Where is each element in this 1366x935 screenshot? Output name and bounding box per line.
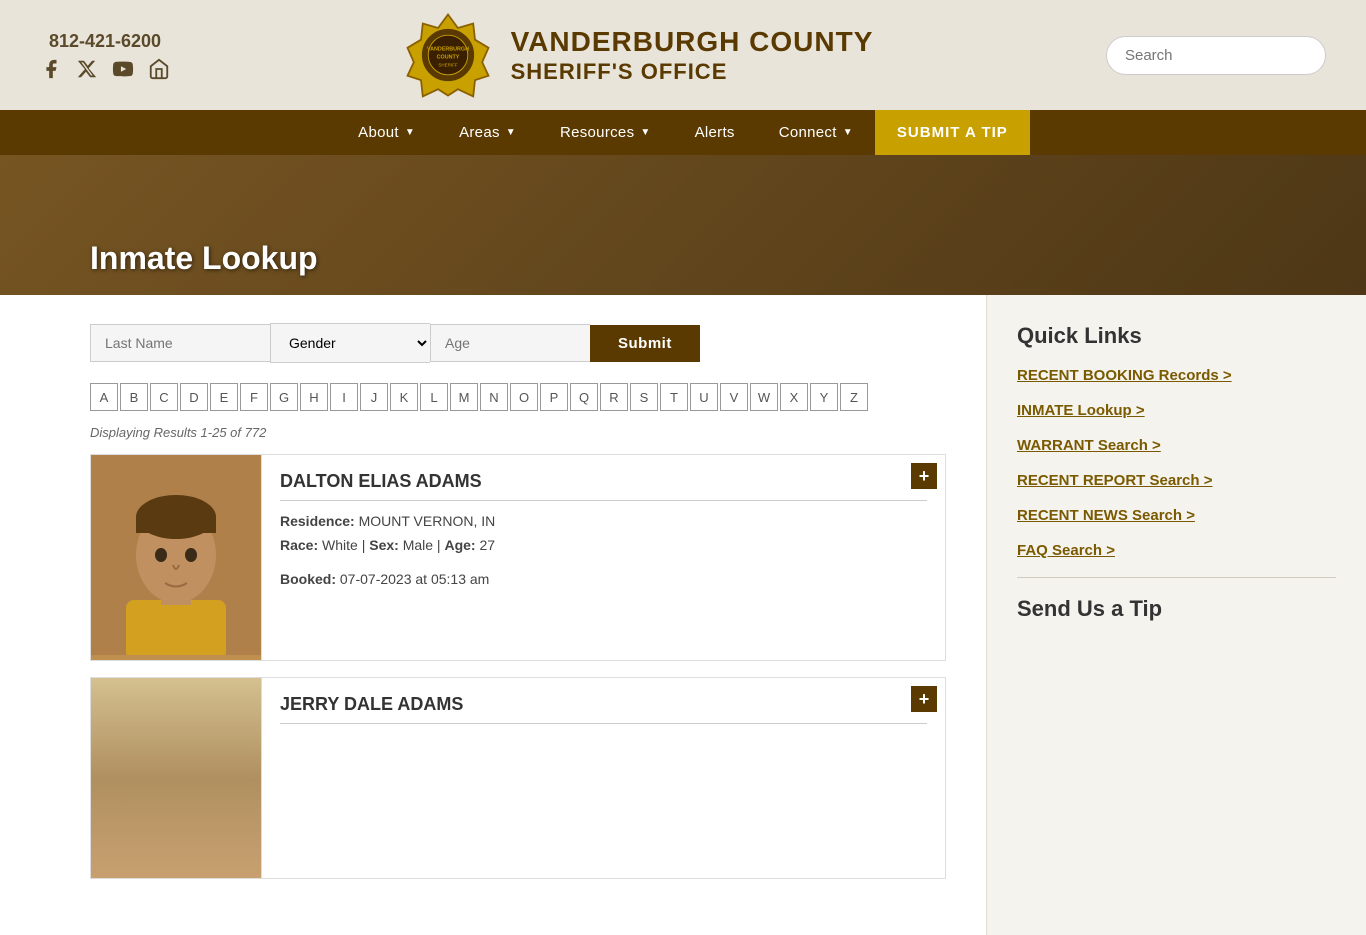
inmate-name: JERRY DALE ADAMS	[280, 694, 927, 724]
main-layout: Gender Male Female Submit ABCDEFGHIJKLMN…	[0, 295, 1366, 935]
main-nav: About ▼ Areas ▼ Resources ▼ Alerts Conne…	[0, 110, 1366, 155]
sidebar: Quick Links RECENT BOOKING Records > INMA…	[986, 295, 1366, 935]
chevron-down-icon: ▼	[843, 127, 853, 138]
alpha-btn-d[interactable]: D	[180, 383, 208, 411]
site-title-sub: SHERIFF'S OFFICE	[511, 59, 874, 85]
quick-links-title: Quick Links	[1017, 323, 1336, 349]
home-icon[interactable]	[148, 58, 170, 80]
results-count: Displaying Results 1-25 of 772	[90, 425, 946, 440]
alpha-btn-p[interactable]: P	[540, 383, 568, 411]
quick-link-item[interactable]: RECENT REPORT Search >	[1017, 472, 1336, 489]
search-submit-button[interactable]: Submit	[590, 325, 700, 362]
alpha-btn-b[interactable]: B	[120, 383, 148, 411]
alpha-btn-c[interactable]: C	[150, 383, 178, 411]
alphabet-filter: ABCDEFGHIJKLMNOPQRSTUVWXYZ	[90, 383, 946, 411]
inmate-details: DALTON ELIAS ADAMS Residence: MOUNT VERNO…	[261, 455, 945, 660]
send-tip-title: Send Us a Tip	[1017, 596, 1336, 622]
facebook-icon[interactable]	[40, 58, 62, 80]
alpha-btn-z[interactable]: Z	[840, 383, 868, 411]
content-area: Gender Male Female Submit ABCDEFGHIJKLMN…	[0, 295, 986, 935]
inmate-list: DALTON ELIAS ADAMS Residence: MOUNT VERNO…	[90, 454, 946, 879]
inmate-photo-placeholder	[91, 455, 261, 660]
alpha-btn-w[interactable]: W	[750, 383, 778, 411]
quick-link-item[interactable]: RECENT BOOKING Records >	[1017, 367, 1336, 384]
alpha-btn-j[interactable]: J	[360, 383, 388, 411]
alpha-btn-q[interactable]: Q	[570, 383, 598, 411]
alpha-btn-k[interactable]: K	[390, 383, 418, 411]
sheriff-badge-icon: VANDERBURGH COUNTY SHERIFF	[403, 10, 493, 100]
quick-link-item[interactable]: INMATE Lookup >	[1017, 402, 1336, 419]
twitter-icon[interactable]	[76, 58, 98, 80]
nav-alerts[interactable]: Alerts	[673, 110, 757, 155]
youtube-icon[interactable]	[112, 58, 134, 80]
site-logo: VANDERBURGH COUNTY SHERIFF VANDERBURGH C…	[403, 10, 874, 100]
gender-select[interactable]: Gender Male Female	[270, 323, 430, 363]
header-contact: 812-421-6200	[40, 31, 170, 80]
alpha-btn-o[interactable]: O	[510, 383, 538, 411]
alpha-btn-x[interactable]: X	[780, 383, 808, 411]
inmate-booked: Booked: 07-07-2023 at 05:13 am	[280, 571, 927, 587]
site-title: VANDERBURGH COUNTY SHERIFF'S OFFICE	[511, 25, 874, 85]
nav-resources[interactable]: Resources ▼	[538, 110, 673, 155]
inmate-photo-placeholder	[91, 678, 261, 878]
alpha-btn-u[interactable]: U	[690, 383, 718, 411]
site-title-main: VANDERBURGH COUNTY	[511, 25, 874, 59]
alpha-btn-h[interactable]: H	[300, 383, 328, 411]
sidebar-divider	[1017, 577, 1336, 578]
expand-inmate-button[interactable]: +	[911, 686, 937, 712]
alpha-btn-f[interactable]: F	[240, 383, 268, 411]
alpha-btn-a[interactable]: A	[90, 383, 118, 411]
svg-text:COUNTY: COUNTY	[436, 55, 459, 61]
page-title: Inmate Lookup	[90, 240, 318, 277]
chevron-down-icon: ▼	[506, 127, 516, 138]
inmate-photo	[91, 678, 261, 878]
quick-links-list: RECENT BOOKING Records > INMATE Lookup > W…	[1017, 367, 1336, 559]
quick-link-item[interactable]: FAQ Search >	[1017, 542, 1336, 559]
inmate-details: JERRY DALE ADAMS	[261, 678, 945, 878]
quick-link-item[interactable]: WARRANT Search >	[1017, 437, 1336, 454]
inmate-card: DALTON ELIAS ADAMS Residence: MOUNT VERNO…	[90, 454, 946, 661]
inmate-photo	[91, 455, 261, 660]
nav-about[interactable]: About ▼	[336, 110, 437, 155]
inmate-card: JERRY DALE ADAMS+	[90, 677, 946, 879]
header-search[interactable]	[1106, 36, 1326, 75]
lastname-input[interactable]	[90, 324, 270, 362]
alpha-btn-n[interactable]: N	[480, 383, 508, 411]
phone-number: 812-421-6200	[49, 31, 161, 52]
expand-inmate-button[interactable]: +	[911, 463, 937, 489]
nav-connect[interactable]: Connect ▼	[757, 110, 875, 155]
alpha-btn-g[interactable]: G	[270, 383, 298, 411]
submit-tip-button[interactable]: SUBMIT A TIP	[875, 110, 1030, 155]
chevron-down-icon: ▼	[405, 127, 415, 138]
alpha-btn-e[interactable]: E	[210, 383, 238, 411]
alpha-btn-i[interactable]: I	[330, 383, 358, 411]
search-input[interactable]	[1106, 36, 1326, 75]
nav-areas[interactable]: Areas ▼	[437, 110, 538, 155]
alpha-btn-y[interactable]: Y	[810, 383, 838, 411]
alpha-btn-m[interactable]: M	[450, 383, 478, 411]
inmate-name: DALTON ELIAS ADAMS	[280, 471, 927, 501]
age-input[interactable]	[430, 324, 590, 362]
hero-banner: Inmate Lookup	[0, 155, 1366, 295]
alpha-btn-r[interactable]: R	[600, 383, 628, 411]
inmate-search-form: Gender Male Female Submit	[90, 323, 946, 363]
svg-text:SHERIFF: SHERIFF	[438, 63, 458, 68]
quick-link-item[interactable]: RECENT NEWS Search >	[1017, 507, 1336, 524]
alpha-btn-v[interactable]: V	[720, 383, 748, 411]
svg-text:VANDERBURGH: VANDERBURGH	[427, 47, 469, 53]
chevron-down-icon: ▼	[640, 127, 650, 138]
inmate-demographics: Race: White | Sex: Male | Age: 27	[280, 537, 927, 553]
site-header: 812-421-6200 VAND	[0, 0, 1366, 110]
inmate-residence: Residence: MOUNT VERNON, IN	[280, 513, 927, 529]
social-links	[40, 58, 170, 80]
alpha-btn-l[interactable]: L	[420, 383, 448, 411]
alpha-btn-s[interactable]: S	[630, 383, 658, 411]
alpha-btn-t[interactable]: T	[660, 383, 688, 411]
